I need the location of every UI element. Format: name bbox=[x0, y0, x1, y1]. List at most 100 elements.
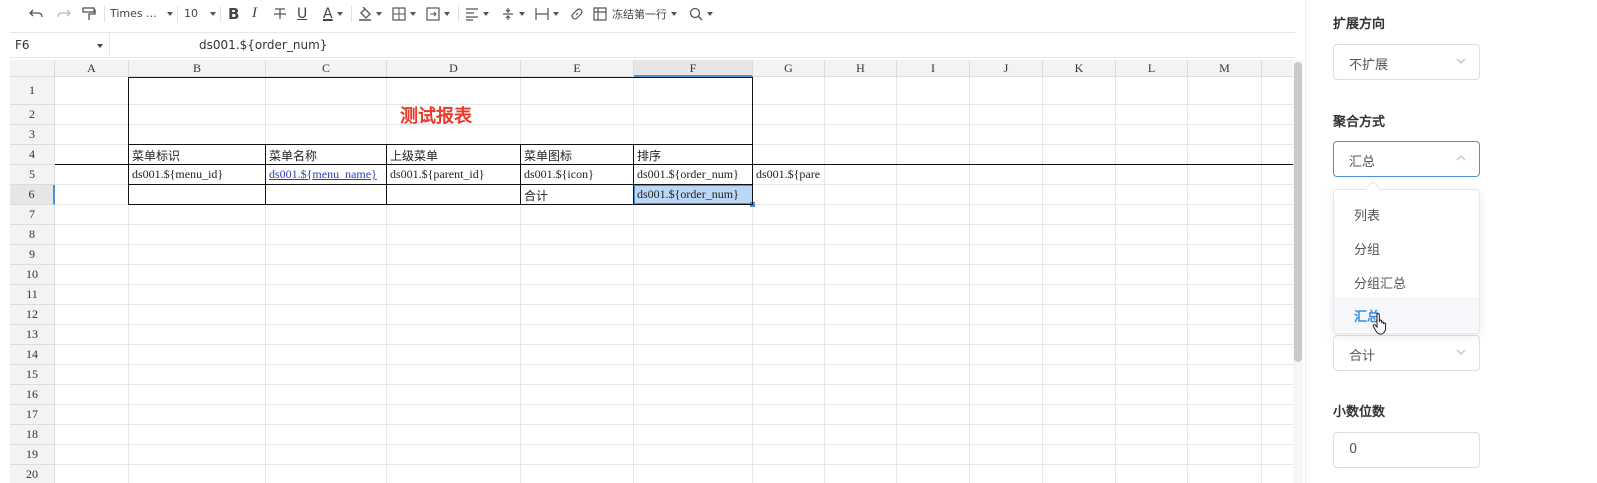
grid-line bbox=[265, 77, 266, 483]
row-header[interactable]: 2 bbox=[10, 105, 55, 125]
total-value-cell[interactable]: ds001.${order_num} bbox=[634, 187, 753, 202]
column-header[interactable]: K bbox=[1043, 60, 1116, 77]
option-group-summary[interactable]: 分组汇总 bbox=[1334, 264, 1479, 298]
row-header[interactable]: 18 bbox=[10, 425, 55, 445]
bold-button[interactable]: B bbox=[221, 3, 247, 25]
freeze-first-row-button[interactable]: 冻结第一行 bbox=[589, 3, 687, 25]
data-cell[interactable]: ds001.${order_num} bbox=[634, 167, 753, 182]
row-header[interactable]: 3 bbox=[10, 125, 55, 145]
row-header[interactable]: 10 bbox=[10, 265, 55, 285]
cell-border bbox=[128, 204, 753, 205]
freeze-label: 冻结第一行 bbox=[612, 7, 667, 21]
column-header[interactable]: G bbox=[753, 60, 825, 77]
column-header[interactable]: E bbox=[521, 60, 634, 77]
grid-line bbox=[55, 324, 1293, 325]
row-header[interactable]: 5 bbox=[10, 165, 55, 185]
italic-button[interactable]: I bbox=[247, 3, 269, 25]
font-family-select[interactable]: Times ... bbox=[105, 3, 177, 25]
border-icon bbox=[392, 6, 406, 21]
spreadsheet-grid[interactable]: ABCDEFGHIJKLM 1 2 3 4 5 6 7 8 9 10 11 12 13 14 15 16 17 1… bbox=[10, 60, 1293, 483]
row-header[interactable]: 17 bbox=[10, 405, 55, 425]
total-type-select[interactable]: 合计 bbox=[1333, 335, 1480, 371]
column-header[interactable]: B bbox=[129, 60, 266, 77]
column-header[interactable]: J bbox=[970, 60, 1043, 77]
merge-cells-button[interactable] bbox=[420, 3, 458, 25]
row-header[interactable]: 6 bbox=[10, 185, 55, 205]
header-cell[interactable]: 排序 bbox=[634, 147, 753, 164]
aggregate-method-value: 汇总 bbox=[1349, 155, 1376, 170]
header-cell[interactable]: 菜单图标 bbox=[521, 147, 634, 164]
column-header[interactable]: D bbox=[387, 60, 521, 77]
align-button[interactable] bbox=[459, 3, 495, 25]
column-header[interactable]: I bbox=[897, 60, 970, 77]
row-header[interactable]: 20 bbox=[10, 465, 55, 483]
data-cell[interactable]: ds001.${pare bbox=[753, 167, 825, 182]
grid-line bbox=[55, 284, 1293, 285]
chevron-down-icon bbox=[410, 11, 416, 16]
align-left-icon bbox=[466, 7, 478, 21]
expand-direction-select[interactable]: 不扩展 bbox=[1333, 44, 1480, 80]
undo-icon[interactable] bbox=[28, 3, 56, 25]
data-cell-link[interactable]: ds001.${menu_name} bbox=[266, 167, 387, 182]
grid-line bbox=[55, 364, 1293, 365]
cell-reference-box[interactable]: F6 bbox=[10, 33, 110, 58]
toolbar: Times ... 10 B I U A 冻结第一行 bbox=[0, 0, 1305, 27]
decimal-places-input[interactable]: 0 bbox=[1333, 432, 1480, 468]
aggregate-method-select[interactable]: 汇总 bbox=[1333, 141, 1480, 177]
row-header[interactable]: 9 bbox=[10, 245, 55, 265]
redo-icon[interactable] bbox=[56, 3, 82, 25]
formula-input[interactable]: ds001.${order_num} bbox=[199, 38, 327, 52]
row-header[interactable]: 12 bbox=[10, 305, 55, 325]
column-header[interactable]: M bbox=[1188, 60, 1262, 77]
column-header[interactable]: A bbox=[55, 60, 129, 77]
grid-line bbox=[55, 344, 1293, 345]
column-header[interactable]: L bbox=[1116, 60, 1188, 77]
cell-border bbox=[55, 164, 1293, 165]
column-header[interactable]: F bbox=[634, 60, 753, 77]
row-header[interactable]: 16 bbox=[10, 385, 55, 405]
chevron-down-icon bbox=[444, 11, 450, 16]
column-header[interactable] bbox=[1262, 60, 1293, 77]
row-header[interactable]: 4 bbox=[10, 145, 55, 165]
header-cell[interactable]: 上级菜单 bbox=[387, 147, 521, 164]
valign-button[interactable] bbox=[495, 3, 529, 25]
row-header[interactable]: 1 bbox=[10, 77, 55, 105]
row-header[interactable]: 8 bbox=[10, 225, 55, 245]
option-list[interactable]: 列表 bbox=[1334, 196, 1479, 230]
data-cell[interactable]: ds001.${icon} bbox=[521, 167, 634, 182]
fill-color-button[interactable] bbox=[352, 3, 386, 25]
font-size-select[interactable]: 10 bbox=[178, 3, 220, 25]
option-group[interactable]: 分组 bbox=[1334, 230, 1479, 264]
grid-line bbox=[55, 224, 1293, 225]
properties-panel: 扩展方向 不扩展 聚合方式 汇总 合计 列表 分组 分组汇总 汇总 小数位数 0 bbox=[1305, 0, 1597, 483]
row-header[interactable]: 19 bbox=[10, 445, 55, 465]
link-icon[interactable] bbox=[565, 3, 589, 25]
header-cell[interactable]: 菜单标识 bbox=[129, 147, 266, 164]
row-header[interactable]: 7 bbox=[10, 205, 55, 225]
option-summary[interactable]: 汇总 bbox=[1334, 297, 1479, 331]
search-button[interactable] bbox=[687, 3, 717, 25]
text-wrap-button[interactable] bbox=[529, 3, 565, 25]
cell-border bbox=[128, 144, 753, 145]
data-cell[interactable]: ds001.${parent_id} bbox=[387, 167, 521, 182]
font-color-button[interactable]: A bbox=[317, 3, 351, 25]
row-header[interactable]: 15 bbox=[10, 365, 55, 385]
select-all-corner[interactable] bbox=[10, 60, 55, 77]
format-painter-icon[interactable] bbox=[82, 3, 104, 25]
header-cell[interactable]: 菜单名称 bbox=[266, 147, 387, 164]
row-header[interactable]: 14 bbox=[10, 345, 55, 365]
column-header[interactable]: H bbox=[825, 60, 897, 77]
row-header[interactable]: 13 bbox=[10, 325, 55, 345]
strikethrough-icon[interactable] bbox=[269, 3, 293, 25]
grid-line bbox=[1261, 77, 1262, 483]
chevron-down-icon bbox=[336, 11, 343, 16]
border-button[interactable] bbox=[386, 3, 420, 25]
row-header[interactable]: 11 bbox=[10, 285, 55, 305]
underline-button[interactable]: U bbox=[293, 3, 317, 25]
grid-line bbox=[55, 424, 1293, 425]
total-label-cell[interactable]: 合计 bbox=[521, 187, 634, 204]
scrollbar-thumb[interactable] bbox=[1294, 62, 1302, 362]
column-header[interactable]: C bbox=[266, 60, 387, 77]
vertical-scrollbar[interactable] bbox=[1293, 60, 1303, 483]
data-cell[interactable]: ds001.${menu_id} bbox=[129, 167, 266, 182]
